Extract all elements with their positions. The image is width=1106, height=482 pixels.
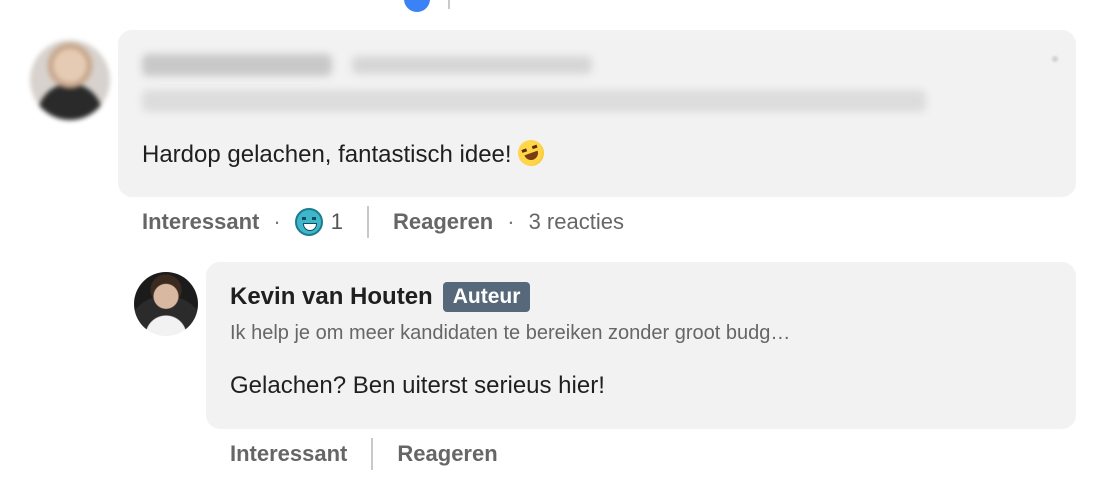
reply-button[interactable]: Reageren <box>397 441 497 467</box>
blurred-author-name[interactable] <box>142 54 592 76</box>
separator-dot: · <box>273 209 281 234</box>
divider <box>366 206 369 238</box>
author-line: Kevin van Houten Auteur <box>230 282 531 312</box>
like-button[interactable]: Interessant <box>142 209 259 235</box>
reaction-icon <box>404 0 430 12</box>
like-button[interactable]: Interessant <box>230 441 347 467</box>
comment-text: Hardop gelachen, fantastisch idee! <box>142 136 548 170</box>
separator-dot: · <box>507 209 515 234</box>
reply-button[interactable]: Reageren <box>393 209 493 235</box>
blurred-author-headline <box>142 90 926 112</box>
funny-reaction-icon[interactable] <box>294 208 323 236</box>
author-name[interactable]: Kevin van Houten <box>230 283 433 311</box>
reply-bubble: Kevin van Houten Auteur Ik help je om me… <box>206 262 1076 429</box>
avatar[interactable] <box>30 40 110 120</box>
rofl-emoji-icon <box>513 136 548 170</box>
avatar[interactable] <box>134 272 198 336</box>
comment-thread: Hardop gelachen, fantastisch idee! Inter… <box>0 0 1106 482</box>
reply-text: Gelachen? Ben uiterst serieus hier! <box>230 372 605 399</box>
author-headline: Ik help je om meer kandidaten te bereike… <box>230 322 791 344</box>
reply-actions: Interessant Reageren <box>230 438 498 470</box>
divider <box>371 438 374 470</box>
comment-actions: Interessant · 1 Reageren · 3 reacties <box>142 206 624 238</box>
more-options-icon[interactable] <box>1052 56 1058 62</box>
author-badge: Auteur <box>442 282 531 312</box>
divider <box>448 0 450 9</box>
comment-bubble: Hardop gelachen, fantastisch idee! <box>118 30 1076 197</box>
previous-action-row <box>404 0 450 12</box>
reaction-count[interactable]: 1 <box>331 209 343 235</box>
replies-count-link[interactable]: 3 reacties <box>529 209 624 235</box>
